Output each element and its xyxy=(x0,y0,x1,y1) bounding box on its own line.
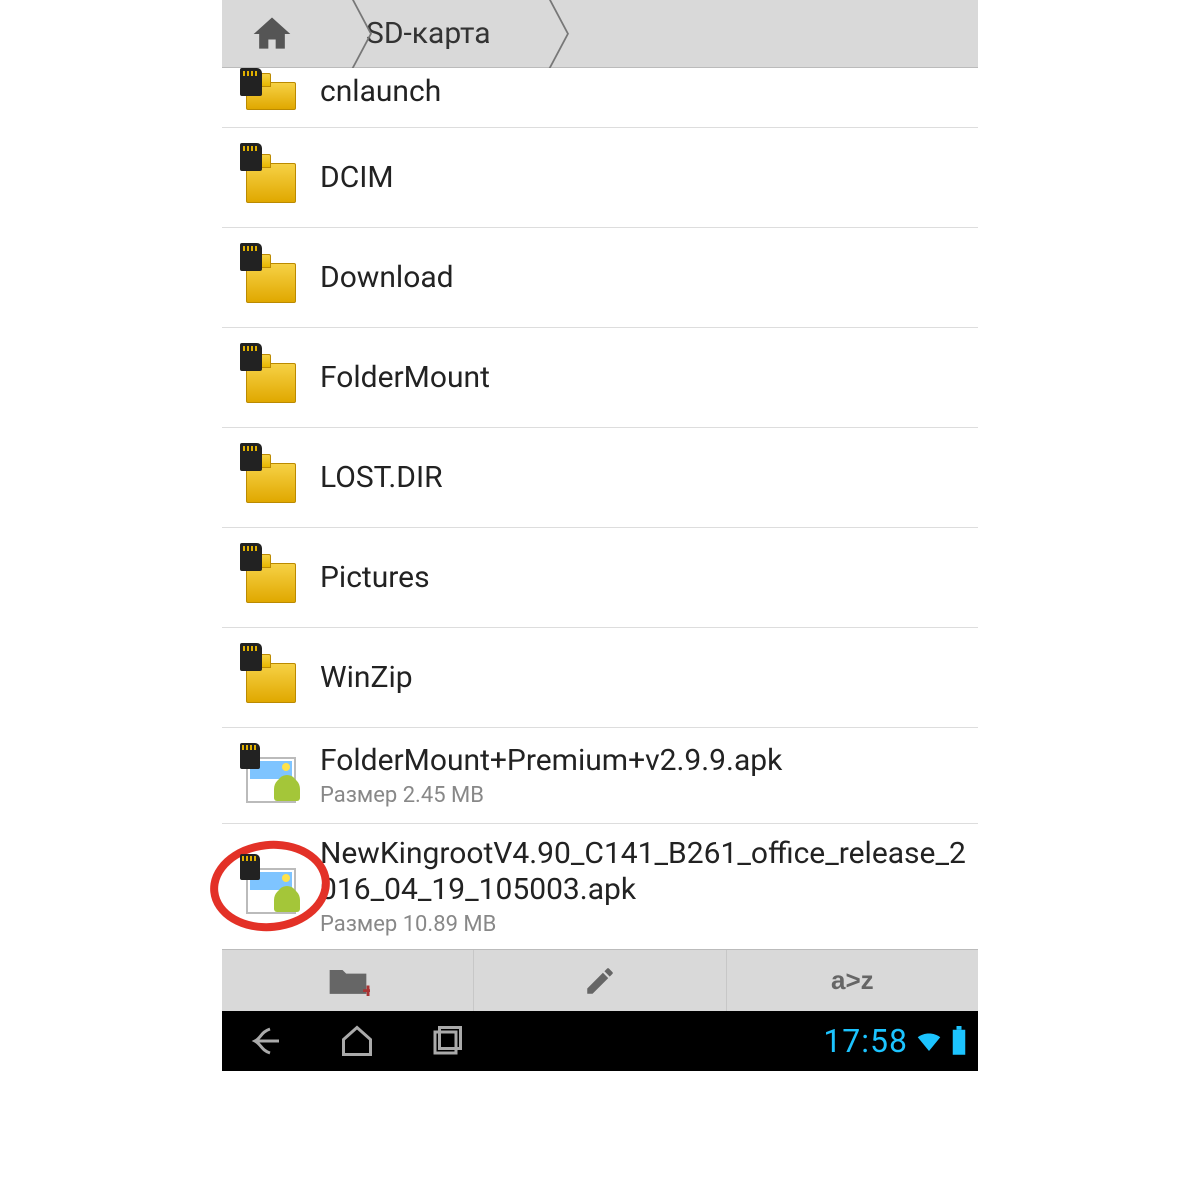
list-item[interactable]: FolderMount+Premium+v2.9.9.apk Размер 2.… xyxy=(222,728,978,824)
folder-icon xyxy=(246,72,300,112)
item-size: Размер 2.45 MB xyxy=(320,783,970,808)
statusbar-time: 17:58 xyxy=(823,1022,914,1060)
apk-file-icon xyxy=(246,749,300,803)
app-frame: ВСЕ ДЛЯ АВТОСЕРВИСА АВТО СКАНЕРЫ f You W… xyxy=(222,0,978,1200)
folder-icon xyxy=(246,151,300,205)
svg-text:+: + xyxy=(362,978,369,998)
sort-button[interactable]: a>z xyxy=(726,950,978,1011)
folder-plus-icon: + xyxy=(326,964,370,998)
new-folder-button[interactable]: + xyxy=(222,950,473,1011)
item-name: Download xyxy=(320,260,970,296)
list-item[interactable]: NewKingrootV4.90_C141_B261_office_releas… xyxy=(222,824,978,949)
folder-icon xyxy=(246,551,300,605)
item-name: DCIM xyxy=(320,160,970,196)
wifi-icon xyxy=(914,1026,944,1056)
folder-icon xyxy=(246,351,300,405)
breadcrumb-current-label: SD-карта xyxy=(366,16,491,51)
android-navbar: 17:58 xyxy=(222,1011,978,1071)
item-name: Pictures xyxy=(320,560,970,596)
nav-back-button[interactable] xyxy=(222,1023,312,1059)
back-icon xyxy=(249,1023,285,1059)
sort-label: a>z xyxy=(831,965,874,996)
sd-badge-icon xyxy=(240,143,262,171)
list-item[interactable]: LOST.DIR xyxy=(222,428,978,528)
sd-badge-icon xyxy=(240,854,260,880)
sd-badge-icon xyxy=(240,543,262,571)
sd-badge-icon xyxy=(240,68,262,96)
nav-home-button[interactable] xyxy=(312,1023,402,1059)
sd-badge-icon xyxy=(240,743,260,769)
list-item[interactable]: cnlaunch xyxy=(222,68,978,128)
list-item[interactable]: Pictures xyxy=(222,528,978,628)
home-icon xyxy=(250,12,294,56)
list-item[interactable]: DCIM xyxy=(222,128,978,228)
item-name: cnlaunch xyxy=(320,74,970,110)
home-outline-icon xyxy=(339,1023,375,1059)
sd-badge-icon xyxy=(240,243,262,271)
item-name: LOST.DIR xyxy=(320,460,970,496)
item-name: NewKingrootV4.90_C141_B261_office_releas… xyxy=(320,836,970,908)
edit-button[interactable] xyxy=(473,950,725,1011)
folder-icon xyxy=(246,651,300,705)
pencil-icon xyxy=(583,964,617,998)
breadcrumb-home-button[interactable] xyxy=(222,0,322,67)
breadcrumb: SD-карта xyxy=(222,0,978,68)
apk-file-icon xyxy=(246,860,300,914)
sd-badge-icon xyxy=(240,643,262,671)
item-name: FolderMount+Premium+v2.9.9.apk xyxy=(320,743,970,779)
nav-recent-button[interactable] xyxy=(402,1023,492,1059)
list-item[interactable]: FolderMount xyxy=(222,328,978,428)
sd-badge-icon xyxy=(240,343,262,371)
file-list[interactable]: cnlaunch DCIM Download xyxy=(222,68,978,949)
item-name: FolderMount xyxy=(320,360,970,396)
item-name: WinZip xyxy=(320,660,970,696)
folder-icon xyxy=(246,251,300,305)
battery-icon xyxy=(950,1026,968,1056)
list-item[interactable]: WinZip xyxy=(222,628,978,728)
sd-badge-icon xyxy=(240,443,262,471)
item-size: Размер 10.89 MB xyxy=(320,912,970,937)
list-item[interactable]: Download xyxy=(222,228,978,328)
recent-apps-icon xyxy=(429,1023,465,1059)
bottom-toolbar: + a>z xyxy=(222,949,978,1011)
folder-icon xyxy=(246,451,300,505)
